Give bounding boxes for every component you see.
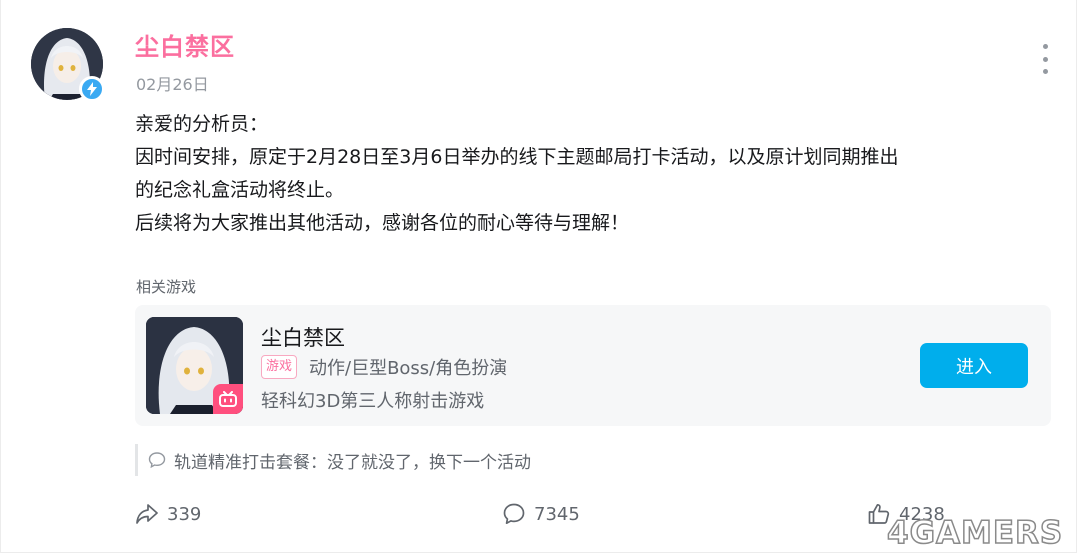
related-games-label: 相关游戏 — [136, 278, 197, 296]
bilibili-tv-icon — [213, 384, 243, 414]
dynamic-post-card: 尘白禁区 02月26日 亲爱的分析员： 因时间安排，原定于2月28日至3月6日举… — [0, 0, 1077, 553]
content-line: 的纪念礼盒活动将终止。 — [135, 179, 345, 201]
verified-lightning-icon — [79, 76, 105, 102]
reply-author[interactable]: 轨道精准打击套餐 — [174, 448, 310, 473]
forward-icon — [136, 504, 158, 524]
related-game-card[interactable]: 尘白禁区 游戏 动作/巨型Boss/角色扮演 轻科幻3D第三人称射击游戏 进入 — [135, 305, 1051, 426]
forward-count: 339 — [167, 503, 202, 525]
top-reply[interactable]: 轨道精准打击套餐 ： 没了就没了，换下一个活动 — [135, 444, 531, 476]
content-line: 亲爱的分析员： — [135, 113, 269, 135]
more-vertical-icon[interactable] — [1037, 44, 1053, 74]
game-title[interactable]: 尘白禁区 — [261, 322, 345, 352]
content-line: 因时间安排，原定于2月28日至3月6日举办的线下主题邮局打卡活动，以及原计划同期… — [135, 146, 899, 168]
reply-separator: ： — [310, 452, 327, 473]
watermark-logo: 4GAMERS — [886, 514, 1064, 552]
game-genre: 动作/巨型Boss/角色扮演 — [309, 358, 508, 379]
comment-icon — [503, 503, 525, 525]
comment-bubble-icon — [148, 452, 166, 469]
forward-button[interactable]: 339 — [135, 500, 201, 528]
enter-game-button[interactable]: 进入 — [920, 343, 1028, 388]
post-date: 02月26日 — [136, 75, 209, 94]
comment-button[interactable]: 7345 — [502, 500, 580, 528]
content-line: 后续将为大家推出其他活动，感谢各位的耐心等待与理解！ — [135, 212, 630, 234]
game-description: 轻科幻3D第三人称射击游戏 — [261, 391, 485, 412]
post-content: 亲爱的分析员： 因时间安排，原定于2月28日至3月6日举办的线下主题邮局打卡活动… — [135, 108, 1045, 240]
game-tag-badge: 游戏 — [261, 355, 298, 379]
author-name[interactable]: 尘白禁区 — [135, 27, 235, 62]
reply-text: 没了就没了，换下一个活动 — [327, 452, 531, 473]
comment-count: 7345 — [534, 503, 580, 525]
